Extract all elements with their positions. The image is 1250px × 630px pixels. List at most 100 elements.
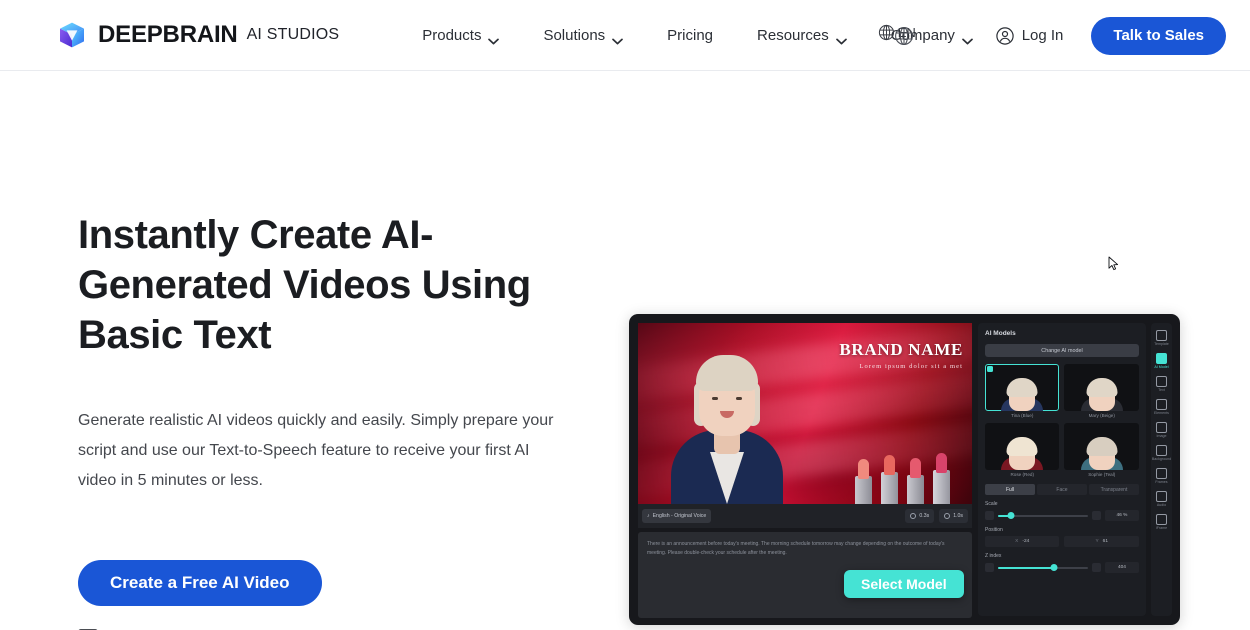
audio-icon (1155, 491, 1167, 502)
page-title: Instantly Create AI-Generated Videos Usi… (78, 213, 531, 357)
selected-badge-icon (987, 366, 993, 372)
talk-to-sales-button[interactable]: Talk to Sales (1091, 16, 1226, 55)
model-label: Mary (Beige) (1088, 413, 1115, 418)
scale-value[interactable]: 46 % (1104, 510, 1139, 521)
rail-label: Elements (1153, 411, 1169, 415)
chevron-down-icon (488, 32, 500, 44)
scale-slider[interactable] (998, 512, 1088, 519)
duration-chip-2-label: 1.0s (953, 513, 963, 519)
chevron-down-icon (612, 32, 624, 44)
voice-chip[interactable]: ♪ English - Original Voice (642, 509, 712, 523)
scale-plus-icon[interactable] (1091, 511, 1101, 520)
duration-chip-2[interactable]: 1.0s (939, 509, 968, 523)
model-card[interactable]: Rose (Red) (985, 423, 1060, 477)
scale-label: Scale (985, 501, 998, 507)
product-mockup: BRAND NAME Lorem ipsum dolor sit a met ♪… (629, 314, 1180, 625)
panel-title: AI Models (985, 330, 1016, 337)
video-preview[interactable]: BRAND NAME Lorem ipsum dolor sit a met (638, 323, 972, 504)
chevron-down-icon (962, 32, 973, 44)
rail-label: Audio (1156, 503, 1167, 507)
create-free-ai-video-button[interactable]: Create a Free AI Video (78, 560, 322, 606)
rail-item-iframe[interactable]: IFrame (1151, 512, 1171, 533)
nav-item-resources[interactable]: Resources (735, 17, 869, 54)
login-button[interactable]: Log In (982, 17, 1078, 55)
mockup-stage-column: BRAND NAME Lorem ipsum dolor sit a met ♪… (638, 323, 972, 618)
position-x-key: X (1015, 539, 1019, 544)
nav-label: Resources (757, 26, 829, 44)
rail-label: AI Model (1154, 365, 1169, 369)
tab-transparent[interactable]: Transparent (1088, 484, 1139, 495)
zindex-value[interactable]: 404 (1104, 562, 1139, 573)
select-model-button[interactable]: Select Model (844, 570, 964, 598)
position-label: Position (985, 527, 1003, 533)
rail-item-template[interactable]: Template (1151, 328, 1171, 349)
tab-full[interactable]: Full (985, 484, 1035, 495)
rail-label: Template (1154, 342, 1169, 346)
zindex-minus-icon[interactable] (985, 563, 994, 572)
scale-minus-icon[interactable] (985, 511, 994, 520)
position-x-value: -24 (1022, 539, 1030, 544)
tab-face[interactable]: Face (1036, 484, 1087, 495)
brand-logo[interactable]: DEEPBRAIN AI STUDIOS (58, 21, 339, 49)
duration-chip-1[interactable]: 0.3s (905, 509, 935, 523)
user-circle-icon (995, 26, 1014, 45)
zindex-control: 404 (985, 562, 1139, 573)
model-card[interactable]: Tina (Blue) (985, 364, 1060, 418)
position-x-field[interactable]: X -24 (985, 536, 1060, 547)
rail-item-frames[interactable]: Frames (1151, 466, 1171, 487)
rail-item-background[interactable]: Background (1151, 443, 1171, 464)
nav-item-pricing[interactable]: Pricing (645, 17, 735, 54)
ai-model-icon (1155, 353, 1167, 364)
model-grid: Tina (Blue) Mary (Beige) Rose (Red) Soph… (985, 364, 1139, 477)
brand-overlay-title: BRAND NAME (839, 340, 963, 359)
cube-logo-icon (58, 21, 86, 49)
lipstick-product-graphic (808, 436, 968, 504)
model-label: Sophie (Teal) (1088, 472, 1116, 477)
rail-item-ai-model[interactable]: AI Model (1151, 351, 1171, 372)
nav-item-solutions[interactable]: Solutions (521, 17, 645, 54)
model-label: Rose (Red) (1010, 472, 1034, 477)
rail-item-audio[interactable]: Audio (1151, 489, 1171, 510)
model-card[interactable]: Sophie (Teal) (1064, 423, 1139, 477)
voice-icon: ♪ (647, 513, 650, 519)
chevron-down-icon (835, 32, 847, 44)
background-icon (1155, 445, 1167, 456)
text-icon (1155, 376, 1167, 387)
rail-label: Frames (1155, 480, 1168, 484)
rail-item-text[interactable]: Text (1151, 374, 1171, 395)
zindex-label: Z index (985, 553, 1002, 559)
rail-label: Text (1158, 388, 1165, 392)
nav-label: Pricing (667, 26, 714, 44)
template-icon (1155, 330, 1167, 341)
clock-icon (944, 513, 951, 519)
ai-models-panel: AI Models Change AI model Tina (Blue) Ma… (978, 323, 1146, 616)
tool-rail: Template AI Model Text Elements Image Ba… (1150, 323, 1172, 616)
elements-icon (1155, 399, 1167, 410)
image-icon (1155, 422, 1167, 433)
model-card[interactable]: Mary (Beige) (1064, 364, 1139, 418)
rail-label: IFrame (1155, 526, 1168, 530)
mouse-pointer-icon (1108, 256, 1119, 276)
nav-item-products[interactable]: Products (400, 17, 521, 54)
frames-icon (1155, 468, 1167, 479)
position-y-value: 61 (1102, 539, 1108, 544)
rail-item-image[interactable]: Image (1151, 420, 1171, 441)
zindex-plus-icon[interactable] (1091, 563, 1101, 572)
duration-chip-1-label: 0.3s (919, 513, 930, 519)
brand-name: DEEPBRAIN (98, 21, 238, 48)
clock-icon (910, 513, 917, 519)
brand-subtitle: AI STUDIOS (246, 26, 340, 43)
brand-overlay: BRAND NAME Lorem ipsum dolor sit a met (773, 340, 963, 370)
rail-item-elements[interactable]: Elements (1151, 397, 1171, 418)
position-y-field[interactable]: Y 61 (1064, 536, 1139, 547)
zindex-slider[interactable] (998, 564, 1088, 571)
hero-subheading: Generate realistic AI videos quickly and… (78, 412, 554, 489)
crop-mode-tabs: Full Face Transparent (985, 484, 1139, 495)
video-toolbar: ♪ English - Original Voice 0.3s 1.0s (638, 504, 972, 528)
change-ai-model-button[interactable]: Change AI model (985, 344, 1139, 357)
model-label: Tina (Blue) (1011, 413, 1034, 418)
login-label: Log In (1021, 27, 1064, 44)
nav-label: Solutions (543, 26, 606, 44)
iframe-icon (1155, 514, 1167, 525)
scale-control: 46 % (985, 510, 1139, 521)
